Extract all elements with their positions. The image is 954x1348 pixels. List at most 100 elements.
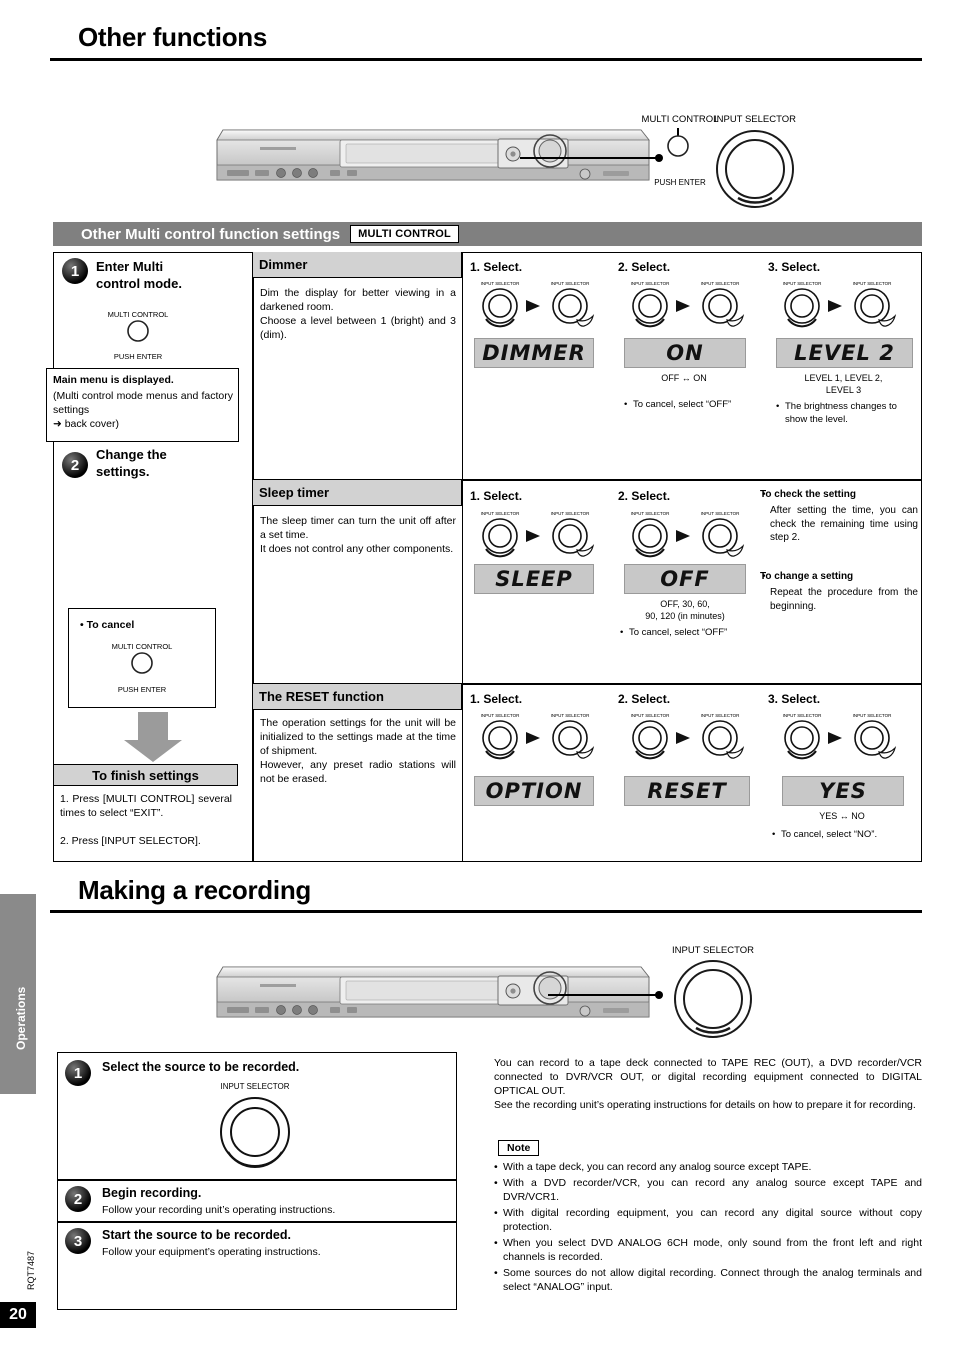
recording-step-3-text: Follow your equipment’s operating instru… — [102, 1246, 321, 1258]
down-arrow-finish — [118, 712, 188, 769]
row-dimmer-divider — [462, 252, 463, 480]
recording-step-2-title: Begin recording. — [102, 1186, 202, 1200]
sleep-col1-head: 1. Select. — [470, 489, 523, 503]
step-2-label: Change the settings. — [96, 447, 167, 479]
row-reset-title: The RESET function — [253, 684, 462, 710]
callout-line-multi-control — [520, 157, 660, 159]
title-rule-bottom — [50, 910, 922, 913]
dimmer-col3-bullet-text: The brightness changes to show the level… — [776, 400, 916, 426]
row-sleep-desc: The sleep timer can turn the unit off af… — [260, 515, 456, 555]
note-label: Note — [498, 1140, 540, 1156]
lcd-sleep-off: OFF — [624, 564, 746, 594]
manual-page: Operations 20 RQT7487 Other functions MU… — [0, 0, 954, 1348]
sleep-side-note-2-text: Repeat the procedure from the beginning. — [770, 587, 918, 612]
reset-knob-pair-2: INPUT SELECTOR INPUT SELECTOR — [628, 710, 756, 767]
row-reset-desc: The operation settings for the unit will… — [260, 717, 456, 785]
dimmer-col2-bullet: To cancel, select “OFF” — [624, 398, 754, 413]
dimmer-col1-head: 1. Select. — [470, 260, 523, 274]
dimmer-knob-pair-1: INPUT SELECTOR INPUT SELECTOR — [478, 278, 606, 335]
sleep-side-note-1: To check the setting — [760, 488, 915, 502]
row-reset-divider — [462, 684, 463, 862]
page-title-making-a-recording: Making a recording — [78, 875, 311, 905]
input-selector-knob-top — [714, 128, 796, 210]
sleep-col2-bullet-text: To cancel, select “OFF” — [620, 626, 755, 639]
section-bar-title: Other Multi control function settings — [81, 225, 341, 243]
recording-step-2-badge: 2 — [65, 1186, 91, 1212]
callout-label-input-selector-top: INPUT SELECTOR — [713, 114, 796, 125]
sleep-side-note-1-bullet: • — [762, 489, 766, 500]
main-menu-bold: Main menu is displayed. — [53, 374, 174, 386]
step-1-label: Enter Multi control mode. — [96, 259, 182, 291]
svg-text:INPUT SELECTOR: INPUT SELECTOR — [701, 511, 741, 516]
callout-dot-input-selector-bottom — [655, 991, 663, 999]
sleep-side-note-1-text: After setting the time, you can check th… — [770, 505, 918, 543]
row-sleep-divider — [462, 480, 463, 684]
dimmer-col2-head: 2. Select. — [618, 260, 671, 274]
svg-text:INPUT SELECTOR: INPUT SELECTOR — [551, 511, 591, 516]
dimmer-col3-head: 3. Select. — [768, 260, 821, 274]
recording-step-2-text: Follow your recording unit’s operating i… — [102, 1204, 336, 1216]
svg-text:INPUT SELECTOR: INPUT SELECTOR — [481, 281, 521, 286]
to-finish-step-1: 1. Press [MULTI CONTROL] several times t… — [60, 793, 232, 819]
svg-text:INPUT SELECTOR: INPUT SELECTOR — [853, 281, 893, 286]
section-bar-multi-control: Other Multi control function settings MU… — [53, 222, 922, 246]
to-cancel-multi-control-knob — [129, 650, 155, 676]
svg-text:INPUT SELECTOR: INPUT SELECTOR — [481, 713, 521, 718]
svg-text:INPUT SELECTOR: INPUT SELECTOR — [783, 713, 823, 718]
reset-col3-bullet-text: To cancel, select “NO”. — [772, 828, 917, 841]
lcd-reset: RESET — [624, 776, 750, 806]
note-item: With digital recording equipment, you ca… — [494, 1206, 922, 1234]
row-dimmer-title: Dimmer — [253, 252, 462, 278]
reset-col3-caption: YES ↔ NO — [819, 811, 865, 821]
row-dimmer-desc: Dim the display for better viewing in a … — [260, 287, 456, 341]
to-cancel-push-enter-label: PUSH ENTER — [117, 685, 167, 694]
note-item: When you select DVD ANALOG 6CH mode, onl… — [494, 1236, 922, 1264]
sleep-col2-head: 2. Select. — [618, 489, 671, 503]
recording-intro: You can record to a tape deck connected … — [494, 1057, 922, 1111]
callout-dot-multi-control — [655, 154, 663, 162]
svg-text:INPUT SELECTOR: INPUT SELECTOR — [783, 281, 823, 286]
callout-label-push-enter-top: PUSH ENTER — [654, 178, 706, 187]
svg-text:INPUT SELECTOR: INPUT SELECTOR — [481, 511, 521, 516]
lcd-dimmer-level: LEVEL 2 — [776, 338, 913, 368]
row-sleep-title: Sleep timer — [253, 480, 462, 506]
dimmer-col3-bullet: The brightness changes to show the level… — [776, 400, 916, 428]
lcd-dimmer: DIMMER — [474, 338, 594, 368]
document-code: RQT7487 — [26, 1250, 36, 1290]
recording-input-selector-knob — [212, 1092, 298, 1172]
page-title-other-functions: Other functions — [78, 22, 268, 52]
dimmer-col3-caption: LEVEL 1, LEVEL 2, LEVEL 3 — [804, 373, 883, 395]
to-cancel-title: • To cancel — [80, 619, 135, 631]
lcd-dimmer-on: ON — [624, 338, 746, 368]
step1-push-enter-label: PUSH ENTER — [113, 352, 163, 361]
recording-step-3-badge: 3 — [65, 1228, 91, 1254]
page-number: 20 — [0, 1302, 36, 1328]
sleep-side-note-2: To change a setting — [760, 570, 915, 584]
svg-text:INPUT SELECTOR: INPUT SELECTOR — [631, 713, 671, 718]
svg-text:INPUT SELECTOR: INPUT SELECTOR — [551, 713, 591, 718]
section-bar-chip: MULTI CONTROL — [350, 225, 459, 243]
callout-label-input-selector-bottom: INPUT SELECTOR — [671, 945, 754, 956]
recording-notes-list: With a tape deck, you can record any ana… — [494, 1160, 922, 1296]
reset-knob-pair-3: INPUT SELECTOR INPUT SELECTOR — [780, 710, 908, 767]
sleep-col2-bullet: To cancel, select “OFF” — [620, 626, 755, 641]
step-1-badge: 1 — [62, 258, 88, 284]
title-rule-top — [50, 58, 922, 61]
sleep-side-note-2-bullet: • — [762, 571, 766, 582]
note-item: With a DVD recorder/VCR, you can record … — [494, 1176, 922, 1204]
svg-text:INPUT SELECTOR: INPUT SELECTOR — [551, 281, 591, 286]
dimmer-knob-pair-3: INPUT SELECTOR INPUT SELECTOR — [780, 278, 908, 335]
svg-text:INPUT SELECTOR: INPUT SELECTOR — [631, 511, 671, 516]
reset-col2-head: 2. Select. — [618, 692, 671, 706]
sleep-side-note-1-bold: To check the setting — [760, 489, 856, 500]
side-tab-label: Operations — [14, 986, 28, 1050]
main-menu-text: (Multi control mode menus and factory se… — [53, 390, 233, 416]
callout-line-input-selector-bottom — [548, 994, 660, 996]
sleep-side-note-2-bold: To change a setting — [760, 571, 854, 582]
note-item: With a tape deck, you can record any ana… — [494, 1160, 922, 1174]
dimmer-col2-caption: OFF ↔ ON — [661, 373, 707, 383]
step1-multi-control-knob — [125, 318, 151, 344]
dimmer-knob-pair-2: INPUT SELECTOR INPUT SELECTOR — [628, 278, 756, 335]
reset-col1-head: 1. Select. — [470, 692, 523, 706]
svg-text:INPUT SELECTOR: INPUT SELECTOR — [853, 713, 893, 718]
